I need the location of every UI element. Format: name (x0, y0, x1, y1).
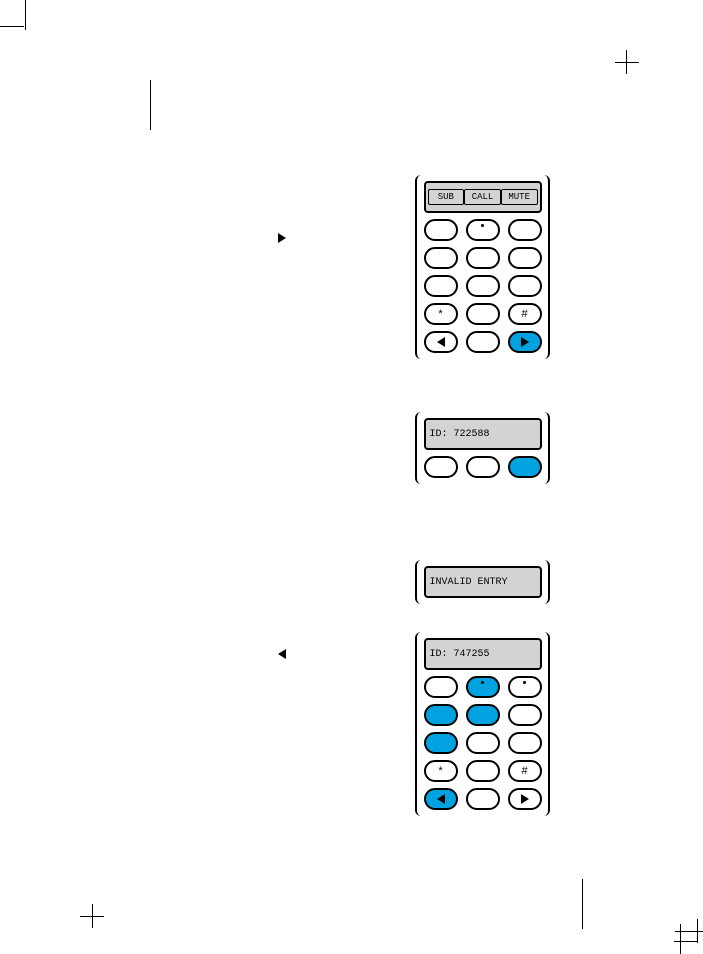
keypad-grid-1: * # (422, 219, 543, 353)
key-nav-right[interactable] (508, 331, 542, 353)
keypad-panel-2: ID: 722588 (415, 412, 550, 484)
key-hash[interactable]: # (508, 303, 542, 325)
bullet-arrow-2 (278, 649, 286, 659)
key4-4[interactable] (424, 704, 458, 726)
key-8[interactable] (466, 275, 500, 297)
key4-nav-center[interactable] (466, 788, 500, 810)
keypad-panel-1: SUB CALL MUTE * # (415, 175, 550, 359)
keypad-panel-4: ID: 747255 * # (415, 632, 550, 816)
key-4[interactable] (424, 247, 458, 269)
key-b[interactable] (466, 456, 500, 478)
key-3[interactable] (508, 219, 542, 241)
key4-nav-left[interactable] (424, 788, 458, 810)
key-9[interactable] (508, 275, 542, 297)
key-star[interactable]: * (424, 303, 458, 325)
key4-0[interactable] (466, 760, 500, 782)
lcd-panel-invalid: INVALID ENTRY (415, 560, 550, 604)
lcd-invalid: INVALID ENTRY (424, 566, 542, 598)
key4-star[interactable]: * (424, 760, 458, 782)
key-1[interactable] (424, 219, 458, 241)
bullet-arrow-1 (278, 233, 286, 243)
key4-nav-right[interactable] (508, 788, 542, 810)
softkey-right[interactable]: MUTE (501, 189, 538, 205)
key-6[interactable] (508, 247, 542, 269)
lcd-id-2: ID: 747255 (424, 638, 542, 670)
key4-8[interactable] (466, 732, 500, 754)
lcd-softkeys: SUB CALL MUTE (424, 181, 542, 213)
crop-mark-tl-v (25, 0, 26, 30)
key4-1[interactable] (424, 676, 458, 698)
key4-9[interactable] (508, 732, 542, 754)
key4-hash[interactable]: # (508, 760, 542, 782)
key4-7[interactable] (424, 732, 458, 754)
crop-mark-innerbottom (582, 879, 583, 929)
keypad-grid-4: * # (422, 676, 543, 810)
key-5[interactable] (466, 247, 500, 269)
softkey-left[interactable]: SUB (428, 189, 465, 205)
key-7[interactable] (424, 275, 458, 297)
keypad-grid-2 (422, 456, 543, 478)
key-2[interactable] (466, 219, 500, 241)
key-c[interactable] (508, 456, 542, 478)
key4-3[interactable] (508, 676, 542, 698)
key-nav-left[interactable] (424, 331, 458, 353)
key4-5[interactable] (466, 704, 500, 726)
lcd-id-1: ID: 722588 (424, 418, 542, 450)
key4-2[interactable] (466, 676, 500, 698)
softkey-center[interactable]: CALL (464, 189, 501, 205)
crop-mark-innertop (150, 80, 151, 130)
key4-6[interactable] (508, 704, 542, 726)
key-a[interactable] (424, 456, 458, 478)
key-nav-center[interactable] (466, 331, 500, 353)
crop-mark-br-h (675, 931, 703, 932)
crop-mark-br-v (680, 924, 681, 954)
key-0[interactable] (466, 303, 500, 325)
